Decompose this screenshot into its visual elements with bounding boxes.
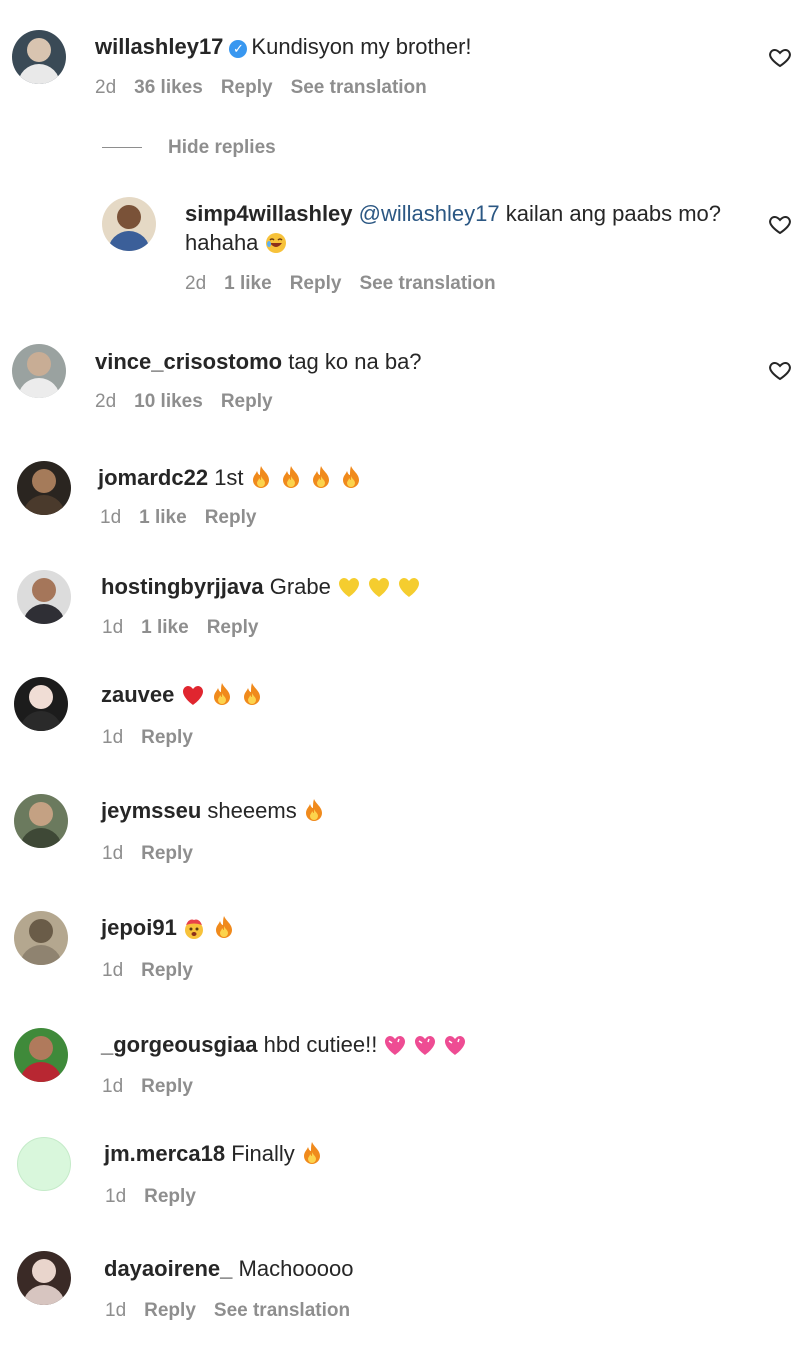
- pink-heart-icon: [413, 1034, 436, 1058]
- avatar[interactable]: [14, 677, 68, 731]
- comment-time: 1d: [102, 843, 124, 864]
- comment-time: 1d: [105, 1300, 127, 1321]
- comment-text: Finally: [231, 1141, 295, 1166]
- comment-username[interactable]: _gorgeousgiaa: [101, 1032, 257, 1057]
- comment-username[interactable]: zauvee: [101, 682, 174, 707]
- comment-username[interactable]: dayaoirene_: [104, 1256, 232, 1281]
- reply-button[interactable]: Reply: [141, 843, 193, 864]
- avatar[interactable]: [12, 344, 66, 398]
- avatar[interactable]: [12, 30, 66, 84]
- comment-text: hbd cutiee!!: [263, 1032, 378, 1057]
- comment-text: kailan ang paabs mo?: [499, 201, 721, 226]
- see-translation-button[interactable]: See translation: [359, 273, 495, 294]
- like-heart-icon[interactable]: [768, 45, 792, 69]
- reply-button[interactable]: Reply: [290, 273, 342, 294]
- like-count[interactable]: 36 likes: [134, 77, 203, 98]
- comment-time: 1d: [102, 960, 124, 981]
- avatar[interactable]: [14, 911, 68, 965]
- comment-username[interactable]: hostingbyrjjava: [101, 574, 264, 599]
- verified-badge-icon: ✓: [229, 40, 248, 58]
- pink-heart-icon: [383, 1034, 406, 1058]
- avatar[interactable]: [102, 197, 156, 251]
- avatar[interactable]: [17, 1251, 71, 1305]
- avatar[interactable]: [14, 1028, 68, 1082]
- exploding-head-icon: [183, 917, 205, 941]
- comment-username[interactable]: vince_crisostomo: [95, 349, 282, 374]
- comment-username[interactable]: jomardc22: [98, 465, 208, 490]
- like-count[interactable]: 1 like: [141, 617, 189, 638]
- hide-replies-button[interactable]: Hide replies: [168, 134, 276, 162]
- reply-button[interactable]: Reply: [144, 1186, 196, 1207]
- fire-icon: [340, 465, 362, 489]
- yellow-heart-icon: [367, 576, 389, 600]
- comment-time: 2d: [95, 391, 117, 412]
- reply-button[interactable]: Reply: [205, 507, 257, 528]
- comment-text: sheeems: [207, 798, 297, 823]
- pink-heart-icon: [443, 1034, 466, 1058]
- fire-icon: [211, 682, 233, 706]
- comment-text: Machooooo: [238, 1256, 354, 1281]
- avatar[interactable]: [17, 1137, 71, 1191]
- comment-text: tag ko na ba?: [288, 349, 422, 374]
- comment-text: 1st: [214, 465, 244, 490]
- fire-icon: [250, 465, 272, 489]
- reply-button[interactable]: Reply: [207, 617, 259, 638]
- see-translation-button[interactable]: See translation: [214, 1300, 350, 1321]
- like-heart-icon[interactable]: [768, 358, 792, 382]
- mention-link[interactable]: @willashley17: [359, 201, 500, 226]
- comment-time: 1d: [102, 617, 124, 638]
- comment-time: 2d: [185, 273, 207, 294]
- like-count[interactable]: 10 likes: [134, 391, 203, 412]
- avatar[interactable]: [17, 570, 71, 624]
- comment-username[interactable]: jm.merca18: [104, 1141, 225, 1166]
- laughing-icon: [265, 232, 287, 256]
- comment-username[interactable]: jeymsseu: [101, 798, 201, 823]
- reply-button[interactable]: Reply: [144, 1300, 196, 1321]
- comment-username[interactable]: jepoi91: [101, 915, 177, 940]
- fire-icon: [303, 798, 325, 822]
- comment-time: 1d: [102, 727, 124, 748]
- like-count[interactable]: 1 like: [224, 273, 272, 294]
- yellow-heart-icon: [337, 576, 359, 600]
- comment-text: Grabe: [269, 574, 331, 599]
- red-heart-icon: [181, 684, 203, 708]
- see-translation-button[interactable]: See translation: [291, 77, 427, 98]
- comment-text: Kundisyon my brother!: [251, 34, 472, 59]
- reply-button[interactable]: Reply: [141, 727, 193, 748]
- comment-time: 1d: [102, 1076, 124, 1097]
- reply-button[interactable]: Reply: [221, 77, 273, 98]
- fire-icon: [241, 682, 263, 706]
- comment-text-line2: hahaha: [185, 230, 259, 255]
- like-heart-icon[interactable]: [768, 212, 792, 236]
- comment-time: 1d: [100, 507, 122, 528]
- like-count[interactable]: 1 like: [139, 507, 187, 528]
- comment-time: 1d: [105, 1186, 127, 1207]
- divider: [102, 147, 142, 148]
- avatar[interactable]: [14, 794, 68, 848]
- reply-button[interactable]: Reply: [141, 960, 193, 981]
- avatar[interactable]: [17, 461, 71, 515]
- comment-username[interactable]: simp4willashley: [185, 201, 353, 226]
- fire-icon: [310, 465, 332, 489]
- comment-username[interactable]: willashley17: [95, 34, 223, 59]
- fire-icon: [301, 1141, 323, 1165]
- reply-button[interactable]: Reply: [141, 1076, 193, 1097]
- reply-button[interactable]: Reply: [221, 391, 273, 412]
- fire-icon: [213, 915, 235, 939]
- yellow-heart-icon: [397, 576, 419, 600]
- fire-icon: [280, 465, 302, 489]
- comment-time: 2d: [95, 77, 117, 98]
